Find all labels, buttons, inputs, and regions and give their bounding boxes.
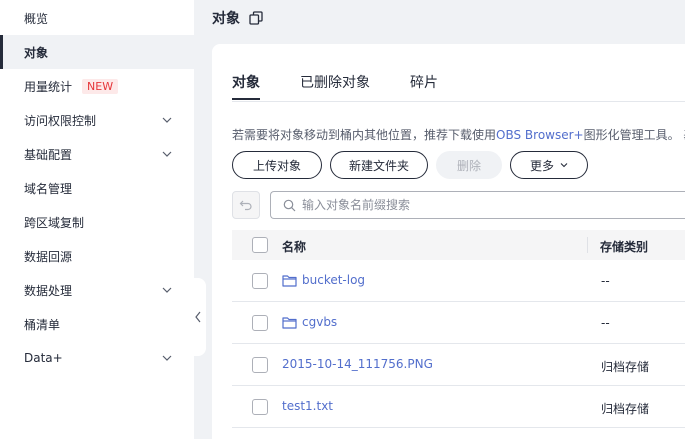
table-row: test1.txt 归档存储 <box>232 386 685 428</box>
table-row: cgvbs -- <box>232 302 685 344</box>
page-title: 对象 <box>212 11 240 27</box>
sidebar-item-data-processing[interactable]: 数据处理 <box>0 273 194 307</box>
objects-table: 名称 存储类别 bucket-log -- cgvbs -- 2015-10-1… <box>232 230 685 428</box>
tab-fragments[interactable]: 碎片 <box>410 72 438 100</box>
object-name: cgvbs <box>302 315 338 329</box>
object-name-link[interactable]: 2015-10-14_111756.PNG <box>282 357 433 371</box>
chevron-down-icon <box>162 151 172 157</box>
sidebar-item-inventory[interactable]: 桶清单 <box>0 307 194 341</box>
object-name-link[interactable]: cgvbs <box>282 315 337 329</box>
column-divider <box>587 237 588 253</box>
page-header: 对象 <box>212 8 263 28</box>
object-name: 2015-10-14_111756.PNG <box>282 357 433 371</box>
sidebar-item-usage-stats[interactable]: 用量统计 NEW <box>0 69 194 103</box>
object-name: bucket-log <box>302 273 366 287</box>
row-checkbox[interactable] <box>252 273 268 289</box>
sidebar-item-label: 数据回源 <box>24 249 73 264</box>
tab-objects[interactable]: 对象 <box>232 72 260 100</box>
more-button-label: 更多 <box>529 158 554 173</box>
copy-icon[interactable] <box>249 11 263 25</box>
sidebar-item-back-to-source[interactable]: 数据回源 <box>0 239 194 273</box>
sidebar-item-label: 用量统计 <box>24 79 73 94</box>
sidebar-item-label: Data+ <box>24 351 63 365</box>
obs-browser-link[interactable]: OBS Browser+ <box>496 128 584 142</box>
sidebar-item-domain-management[interactable]: 域名管理 <box>0 171 194 205</box>
storage-class: 归档存储 <box>601 360 650 374</box>
sidebar-item-label: 概览 <box>24 11 49 26</box>
sidebar-item-label: 数据处理 <box>24 283 73 298</box>
sidebar-item-data-plus[interactable]: Data+ <box>0 341 194 375</box>
chevron-down-icon <box>162 355 172 361</box>
select-all-checkbox[interactable] <box>252 237 268 253</box>
chevron-down-icon <box>162 117 172 123</box>
storage-class: -- <box>601 274 610 288</box>
object-name-link[interactable]: test1.txt <box>282 399 333 413</box>
sidebar-collapse-handle[interactable] <box>190 278 206 356</box>
tip-text: 若需要将对象移动到桶内其他位置，推荐下载使用OBS Browser+图形化管理工… <box>232 126 685 143</box>
sidebar-item-label: 跨区域复制 <box>24 215 85 230</box>
storage-class: 归档存储 <box>601 402 650 416</box>
sidebar-item-label: 对象 <box>24 45 49 60</box>
upload-object-button[interactable]: 上传对象 <box>232 151 322 179</box>
sidebar-item-label: 访问权限控制 <box>24 113 97 128</box>
search-box <box>270 191 685 219</box>
sidebar-item-label: 桶清单 <box>24 317 61 332</box>
row-checkbox[interactable] <box>252 399 268 415</box>
column-header-storage-class: 存储类别 <box>600 240 649 254</box>
tip-suffix: 图形化管理工具。 基 <box>583 128 685 142</box>
table-row: bucket-log -- <box>232 260 685 302</box>
new-folder-button[interactable]: 新建文件夹 <box>330 151 428 179</box>
sidebar-item-objects[interactable]: 对象 <box>0 35 194 69</box>
sidebar-item-label: 域名管理 <box>24 181 73 196</box>
sidebar-item-access-control[interactable]: 访问权限控制 <box>0 103 194 137</box>
object-name: test1.txt <box>282 399 334 413</box>
search-icon <box>283 199 296 211</box>
sidebar: 概览 对象 用量统计 NEW 访问权限控制 基础配置 域名管理 跨区域复制 数据… <box>0 0 194 439</box>
toolbar: 上传对象 新建文件夹 删除 更多 <box>232 151 596 179</box>
chevron-left-icon <box>195 311 201 323</box>
sidebar-item-label: 基础配置 <box>24 147 73 162</box>
folder-icon <box>282 274 297 287</box>
chevron-down-icon <box>560 163 568 168</box>
table-row: 2015-10-14_111756.PNG 归档存储 <box>232 344 685 386</box>
more-button[interactable]: 更多 <box>510 151 588 179</box>
back-arrow-icon <box>239 200 252 211</box>
new-badge: NEW <box>82 78 119 94</box>
search-input[interactable] <box>302 198 662 212</box>
row-checkbox[interactable] <box>252 315 268 331</box>
tabs-divider <box>232 101 685 102</box>
object-name-link[interactable]: bucket-log <box>282 273 365 287</box>
delete-button[interactable]: 删除 <box>436 151 502 179</box>
objects-panel: 对象 已删除对象 碎片 若需要将对象移动到桶内其他位置，推荐下载使用OBS Br… <box>212 44 685 439</box>
sidebar-item-basic-config[interactable]: 基础配置 <box>0 137 194 171</box>
tab-deleted-objects[interactable]: 已删除对象 <box>300 72 370 100</box>
storage-class: -- <box>601 316 610 330</box>
sidebar-item-cross-region-replication[interactable]: 跨区域复制 <box>0 205 194 239</box>
tab-bar: 对象 已删除对象 碎片 <box>232 72 478 100</box>
chevron-down-icon <box>162 287 172 293</box>
row-checkbox[interactable] <box>252 357 268 373</box>
table-header: 名称 存储类别 <box>232 230 685 260</box>
sidebar-item-overview[interactable]: 概览 <box>0 1 194 35</box>
back-button[interactable] <box>232 191 260 219</box>
folder-icon <box>282 316 297 329</box>
tip-prefix: 若需要将对象移动到桶内其他位置，推荐下载使用 <box>232 128 497 142</box>
column-header-name: 名称 <box>282 240 307 254</box>
